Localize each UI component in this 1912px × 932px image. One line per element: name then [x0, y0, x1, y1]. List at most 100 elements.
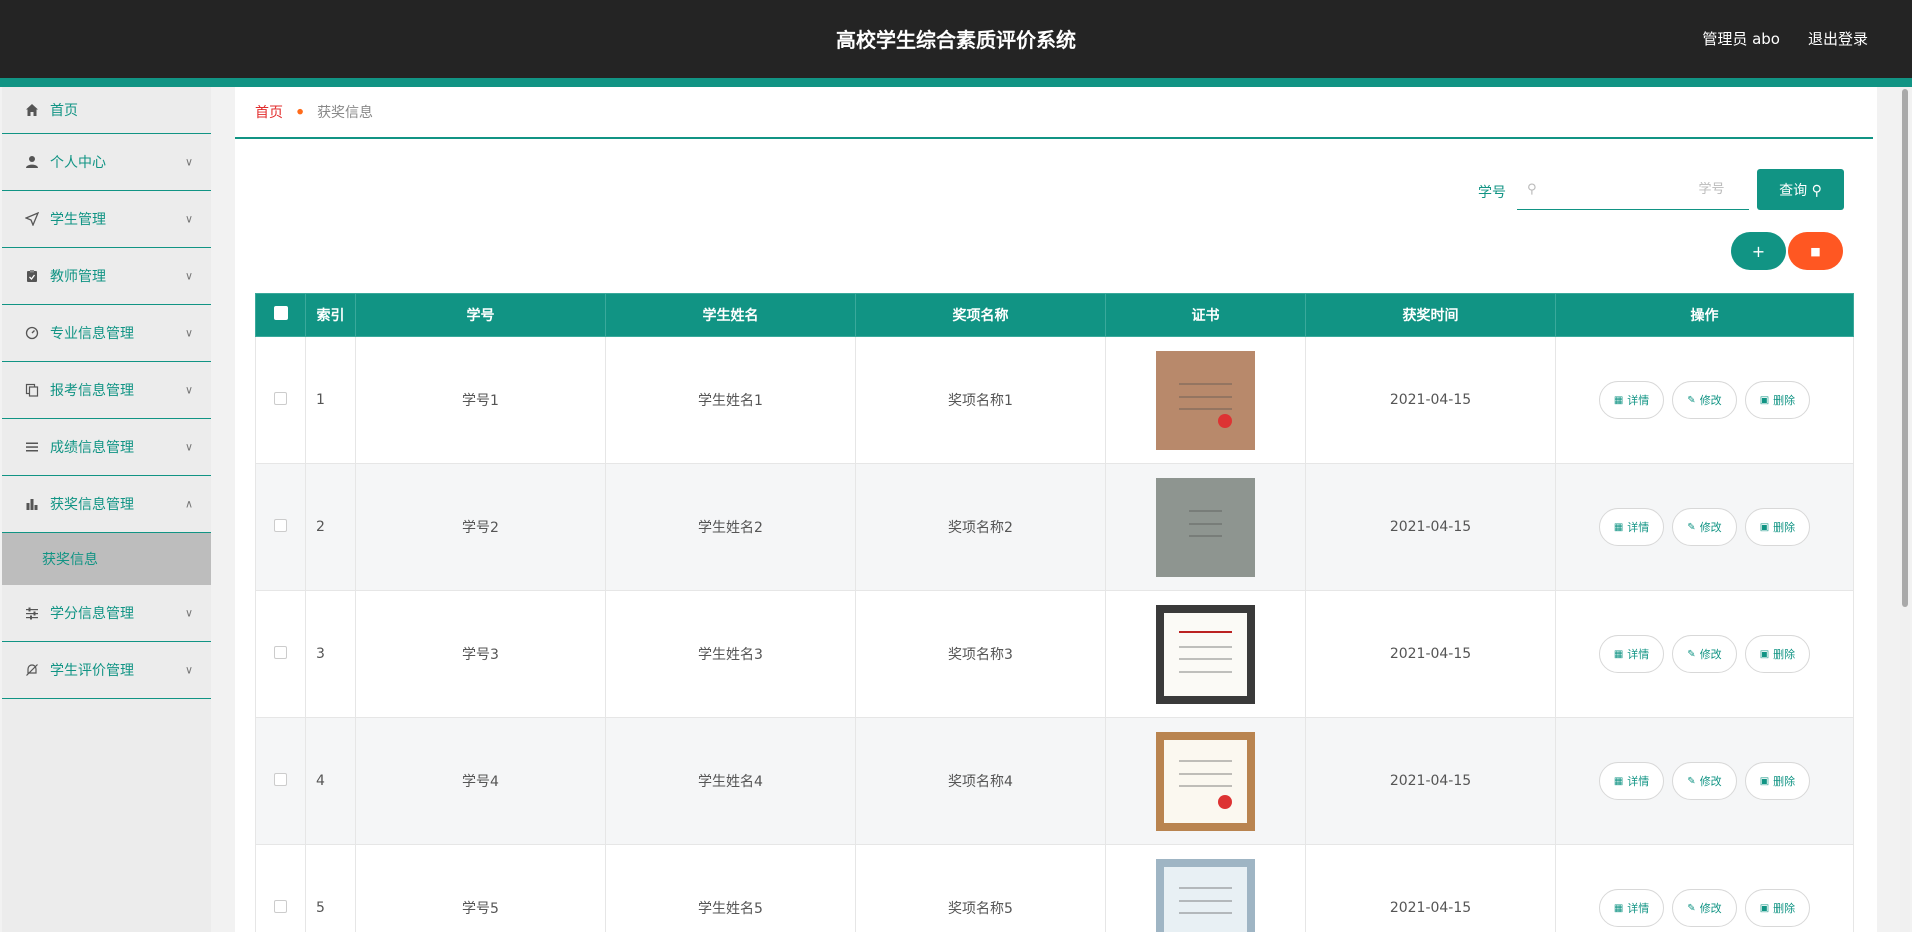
document-icon: ▦ — [1613, 775, 1624, 787]
detail-label: 详情 — [1627, 394, 1650, 407]
row-checkbox[interactable] — [274, 645, 287, 659]
trash-icon: ■ — [1810, 244, 1821, 258]
detail-button[interactable]: ▦ 详情 — [1598, 889, 1665, 927]
table-header-row: 索引 学号 学生姓名 奖项名称 证书 获奖时间 操作 — [255, 293, 1854, 337]
page-scrollbar[interactable] — [1900, 87, 1910, 932]
award-date-cell: 2021-04-15 — [1305, 844, 1556, 932]
award-name-cell: 奖项名称3 — [855, 590, 1106, 718]
actions-cell: ▦ 详情 ✎ 修改 ▣ 删除 — [1555, 717, 1854, 845]
edit-button[interactable]: ✎ 修改 — [1672, 762, 1737, 800]
certificate-image[interactable] — [1156, 604, 1255, 704]
detail-button[interactable]: ▦ 详情 — [1598, 381, 1665, 419]
breadcrumb-current: 获奖信息 — [317, 105, 374, 121]
app-title: 高校学生综合素质评价系统 — [836, 28, 1076, 52]
sidebar-item-label: 成绩信息管理 — [50, 440, 134, 456]
award-table: 索引 学号 学生姓名 奖项名称 证书 获奖时间 操作 1 学号1 学生姓名1 奖… — [255, 293, 1854, 932]
logout-link[interactable]: 退出登录 — [1808, 28, 1868, 49]
select-all-cell[interactable] — [255, 293, 306, 337]
sidebar-item-label: 个人中心 — [50, 155, 106, 171]
clipboard-icon — [24, 268, 40, 284]
delete-button[interactable]: ▣ 删除 — [1744, 889, 1811, 927]
column-header: 学号 — [355, 293, 606, 337]
delete-label: 删除 — [1773, 521, 1796, 534]
delete-button[interactable]: ▣ 删除 — [1744, 635, 1811, 673]
sidebar-subitem-award-info[interactable]: 获奖信息 — [2, 533, 211, 585]
sidebar-item-major-management[interactable]: 专业信息管理 ∨ — [2, 305, 211, 362]
column-header: 获奖时间 — [1305, 293, 1556, 337]
certificate-image[interactable] — [1156, 731, 1255, 831]
document-icon: ▦ — [1613, 521, 1624, 533]
row-checkbox[interactable] — [274, 899, 287, 913]
detail-button[interactable]: ▦ 详情 — [1598, 762, 1665, 800]
row-checkbox[interactable] — [274, 391, 287, 405]
sidebar-item-teacher-management[interactable]: 教师管理 ∨ — [2, 248, 211, 305]
actions-cell: ▦ 详情 ✎ 修改 ▣ 删除 — [1555, 336, 1854, 464]
trash-icon: ▣ — [1759, 775, 1770, 787]
student-no-cell: 学号3 — [355, 590, 606, 718]
sidebar-item-home[interactable]: 首页 — [2, 87, 211, 134]
sidebar-item-credit-management[interactable]: 学分信息管理 ∨ — [2, 585, 211, 642]
edit-button[interactable]: ✎ 修改 — [1672, 508, 1737, 546]
query-button[interactable]: 查询 ⚲ — [1757, 169, 1844, 210]
select-all-checkbox[interactable] — [273, 306, 288, 320]
edit-button[interactable]: ✎ 修改 — [1672, 381, 1737, 419]
list-icon — [24, 439, 40, 455]
award-name-cell: 奖项名称1 — [855, 336, 1106, 464]
chevron-down-icon: ∨ — [184, 212, 193, 226]
column-header: 操作 — [1555, 293, 1854, 337]
sidebar-item-label: 专业信息管理 — [50, 326, 134, 342]
sidebar-item-application-management[interactable]: 报考信息管理 ∨ — [2, 362, 211, 419]
delete-button[interactable]: ▣ 删除 — [1744, 762, 1811, 800]
breadcrumb-home[interactable]: 首页 — [255, 102, 283, 122]
delete-label: 删除 — [1773, 902, 1796, 915]
detail-button[interactable]: ▦ 详情 — [1598, 635, 1665, 673]
row-checkbox[interactable] — [274, 772, 287, 786]
chevron-down-icon: ∨ — [184, 440, 193, 454]
sidebar-item-student-management[interactable]: 学生管理 ∨ — [2, 191, 211, 248]
certificate-image[interactable] — [1156, 858, 1255, 932]
admin-name: 管理员 abo — [1702, 30, 1780, 48]
column-header: 索引 — [305, 293, 356, 337]
table-row: 5 学号5 学生姓名5 奖项名称5 2021-04-15 ▦ 详情 ✎ 修改 ▣ 删除 — [255, 844, 1854, 932]
edit-button[interactable]: ✎ 修改 — [1672, 889, 1737, 927]
chevron-down-icon: ∨ — [184, 606, 193, 620]
sidebar-item-label: 学生管理 — [50, 212, 106, 228]
edit-button[interactable]: ✎ 修改 — [1672, 635, 1737, 673]
sidebar-item-label: 首页 — [50, 103, 78, 119]
add-button[interactable]: + — [1731, 232, 1786, 270]
sidebar-item-label: 报考信息管理 — [50, 383, 134, 399]
detail-button[interactable]: ▦ 详情 — [1598, 508, 1665, 546]
table-row: 4 学号4 学生姓名4 奖项名称4 2021-04-15 ▦ 详情 ✎ 修改 ▣ 删除 — [255, 717, 1854, 845]
student-no-cell: 学号1 — [355, 336, 606, 464]
student-name-cell: 学生姓名1 — [605, 336, 856, 464]
sidebar-item-score-management[interactable]: 成绩信息管理 ∨ — [2, 419, 211, 476]
search-input[interactable] — [1544, 182, 1725, 197]
award-name-cell: 奖项名称2 — [855, 463, 1106, 591]
batch-delete-button[interactable]: ■ — [1788, 232, 1843, 270]
sidebar-item-label: 学生评价管理 — [50, 663, 134, 679]
document-icon: ▦ — [1613, 394, 1624, 406]
delete-button[interactable]: ▣ 删除 — [1744, 381, 1811, 419]
certificate-image[interactable] — [1156, 350, 1255, 450]
actions-cell: ▦ 详情 ✎ 修改 ▣ 删除 — [1555, 590, 1854, 718]
bar-chart-icon — [24, 496, 40, 512]
certificate-image[interactable] — [1156, 477, 1255, 577]
delete-button[interactable]: ▣ 删除 — [1744, 508, 1811, 546]
sidebar-item-label: 教师管理 — [50, 269, 106, 285]
scrollbar-thumb[interactable] — [1902, 89, 1908, 607]
row-checkbox[interactable] — [274, 518, 287, 532]
sidebar-item-personal-center[interactable]: 个人中心 ∨ — [2, 134, 211, 191]
breadcrumb: 首页 ⚫ 获奖信息 — [235, 87, 1873, 139]
sidebar-item-evaluation-management[interactable]: 学生评价管理 ∨ — [2, 642, 211, 699]
table-row: 2 学号2 学生姓名2 奖项名称2 2021-04-15 ▦ 详情 ✎ 修改 ▣ 删除 — [255, 463, 1854, 591]
chevron-down-icon: ∨ — [184, 269, 193, 283]
chevron-up-icon: ∧ — [184, 497, 193, 511]
document-icon: ▦ — [1613, 648, 1624, 660]
main-content: 首页 ⚫ 获奖信息 学号 ⚲ 查询 ⚲ + ■ 索引 学号 学生姓名 奖项名称 … — [235, 87, 1877, 932]
student-name-cell: 学生姓名2 — [605, 463, 856, 591]
delete-label: 删除 — [1773, 648, 1796, 661]
header-accent-bar — [0, 78, 1912, 87]
user-icon — [24, 154, 40, 170]
edit-icon: ✎ — [1687, 521, 1696, 533]
sidebar-item-award-management[interactable]: 获奖信息管理 ∧ — [2, 476, 211, 533]
